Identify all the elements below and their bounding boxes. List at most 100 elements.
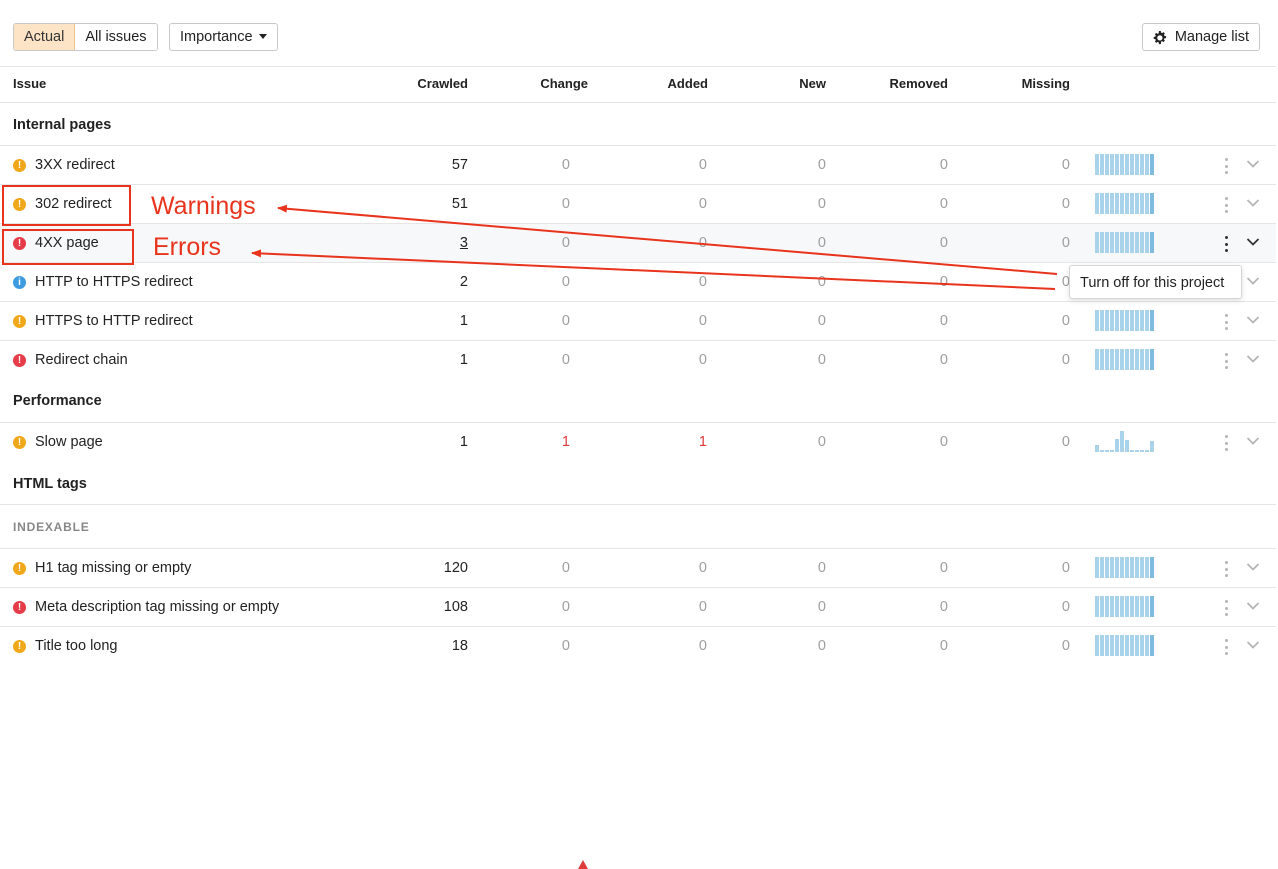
trend-sparkline[interactable] [1095, 310, 1157, 331]
issue-name[interactable]: Slow page [35, 434, 103, 450]
trend-sparkline[interactable] [1095, 193, 1157, 214]
issue-cell[interactable]: ! H1 tag missing or empty [13, 560, 191, 576]
col-crawled[interactable]: Crawled [408, 76, 468, 91]
issue-name[interactable]: Redirect chain [35, 352, 128, 368]
trend-sparkline[interactable] [1095, 349, 1157, 370]
kebab-menu-icon[interactable] [1223, 353, 1229, 369]
table-row[interactable]: ! 3XX redirect 57 0 0 0 0 0 [0, 146, 1276, 185]
col-new[interactable]: New [760, 76, 826, 91]
sparkline-bar [1095, 154, 1099, 175]
sparkline-bar [1095, 310, 1099, 331]
col-issue[interactable]: Issue [13, 76, 46, 91]
missing-value: 0 [1061, 196, 1070, 212]
sparkline-bar [1145, 154, 1149, 175]
crawled-value[interactable]: 1 [408, 434, 468, 450]
crawled-value[interactable]: 3 [408, 235, 468, 251]
new-value: 0 [817, 560, 826, 576]
issue-name[interactable]: HTTP to HTTPS redirect [35, 274, 193, 290]
kebab-menu-icon[interactable] [1223, 314, 1229, 330]
crawled-value[interactable]: 57 [408, 157, 468, 173]
trend-sparkline[interactable] [1095, 557, 1157, 578]
chevron-down-icon[interactable] [1246, 159, 1260, 169]
table-row[interactable]: ! Meta description tag missing or empty 10… [0, 588, 1276, 627]
col-change[interactable]: Change [520, 76, 588, 91]
missing-value: 0 [1061, 560, 1070, 576]
issue-cell[interactable]: ! Redirect chain [13, 352, 128, 368]
warning-icon: ! [13, 639, 26, 653]
chevron-down-icon[interactable] [1246, 354, 1260, 364]
sparkline-bar [1100, 596, 1104, 617]
table-row[interactable]: ! Redirect chain 1 0 0 0 0 0 [0, 341, 1276, 380]
sparkline-bar [1100, 635, 1104, 656]
section-internal-pages: Internal pages [13, 117, 112, 133]
trend-sparkline[interactable] [1095, 431, 1157, 452]
tooltip-text: Turn off for this project [1080, 275, 1225, 291]
issue-cell[interactable]: ! Title too long [13, 638, 117, 654]
change-value: 0 [561, 560, 570, 576]
sparkline-bar [1110, 557, 1114, 578]
crawled-value[interactable]: 1 [408, 313, 468, 329]
issue-name[interactable]: Title too long [35, 638, 117, 654]
issue-cell[interactable]: ! Slow page [13, 434, 103, 450]
chevron-down-icon[interactable] [1246, 601, 1260, 611]
issue-name[interactable]: H1 tag missing or empty [35, 560, 191, 576]
divider [0, 102, 1276, 103]
sparkline-bar [1135, 557, 1139, 578]
kebab-menu-icon[interactable] [1223, 561, 1229, 577]
trend-sparkline[interactable] [1095, 154, 1157, 175]
issue-cell[interactable]: ! 3XX redirect [13, 157, 115, 173]
kebab-menu-icon[interactable] [1223, 197, 1229, 213]
view-toggle: Actual All issues [13, 23, 158, 51]
crawled-value[interactable]: 108 [408, 599, 468, 615]
col-removed[interactable]: Removed [868, 76, 948, 91]
chevron-down-icon[interactable] [1246, 276, 1260, 286]
issue-name[interactable]: HTTPS to HTTP redirect [35, 313, 193, 329]
issue-cell[interactable]: i HTTP to HTTPS redirect [13, 274, 193, 290]
subsection-indexable: INDEXABLE [13, 520, 90, 534]
sparkline-bar [1110, 154, 1114, 175]
sparkline-bar [1120, 431, 1124, 452]
table-row[interactable]: ! H1 tag missing or empty 120 0 0 0 0 0 [0, 549, 1276, 588]
kebab-menu-icon[interactable] [1223, 600, 1229, 616]
crawled-value[interactable]: 2 [408, 274, 468, 290]
issue-name[interactable]: Meta description tag missing or empty [35, 599, 279, 615]
chevron-down-icon[interactable] [1246, 562, 1260, 572]
chevron-down-icon[interactable] [1246, 198, 1260, 208]
crawled-value[interactable]: 120 [408, 560, 468, 576]
sparkline-bar [1120, 232, 1124, 253]
table-row[interactable]: ! HTTPS to HTTP redirect 1 0 0 0 0 0 [0, 302, 1276, 341]
sparkline-bar [1110, 193, 1114, 214]
chevron-down-icon[interactable] [1246, 237, 1260, 247]
issue-cell[interactable]: ! Meta description tag missing or empty [13, 599, 279, 615]
tab-actual[interactable]: Actual [14, 24, 76, 50]
manage-list-button[interactable]: Manage list [1141, 23, 1260, 51]
kebab-menu-icon[interactable] [1223, 236, 1229, 252]
kebab-menu-icon[interactable] [1223, 435, 1229, 451]
issue-cell[interactable]: ! HTTPS to HTTP redirect [13, 313, 193, 329]
crawled-value[interactable]: 1 [408, 352, 468, 368]
new-value: 0 [817, 235, 826, 251]
chevron-down-icon[interactable] [1246, 436, 1260, 446]
removed-value: 0 [939, 352, 948, 368]
trend-sparkline[interactable] [1095, 232, 1157, 253]
sparkline-bar [1105, 193, 1109, 214]
trend-sparkline[interactable] [1095, 596, 1157, 617]
col-added[interactable]: Added [640, 76, 708, 91]
table-row[interactable]: ! Slow page 1 1 1 0 0 0 [0, 423, 1276, 869]
col-missing[interactable]: Missing [990, 76, 1070, 91]
trend-sparkline[interactable] [1095, 635, 1157, 656]
chevron-down-icon[interactable] [1246, 315, 1260, 325]
issue-name[interactable]: 3XX redirect [35, 157, 115, 173]
kebab-menu-icon[interactable] [1223, 158, 1229, 174]
missing-value: 0 [1061, 313, 1070, 329]
crawled-value[interactable]: 18 [408, 638, 468, 654]
crawled-value[interactable]: 51 [408, 196, 468, 212]
added-value: 0 [698, 599, 707, 615]
chevron-down-icon[interactable] [1246, 640, 1260, 650]
sparkline-bar [1130, 635, 1134, 656]
table-row[interactable]: ! Title too long 18 0 0 0 0 0 [0, 627, 1276, 666]
turn-off-tooltip[interactable]: Turn off for this project [1069, 265, 1242, 299]
kebab-menu-icon[interactable] [1223, 639, 1229, 655]
tab-all-issues[interactable]: All issues [75, 24, 157, 50]
importance-dropdown[interactable]: Importance [169, 23, 278, 51]
